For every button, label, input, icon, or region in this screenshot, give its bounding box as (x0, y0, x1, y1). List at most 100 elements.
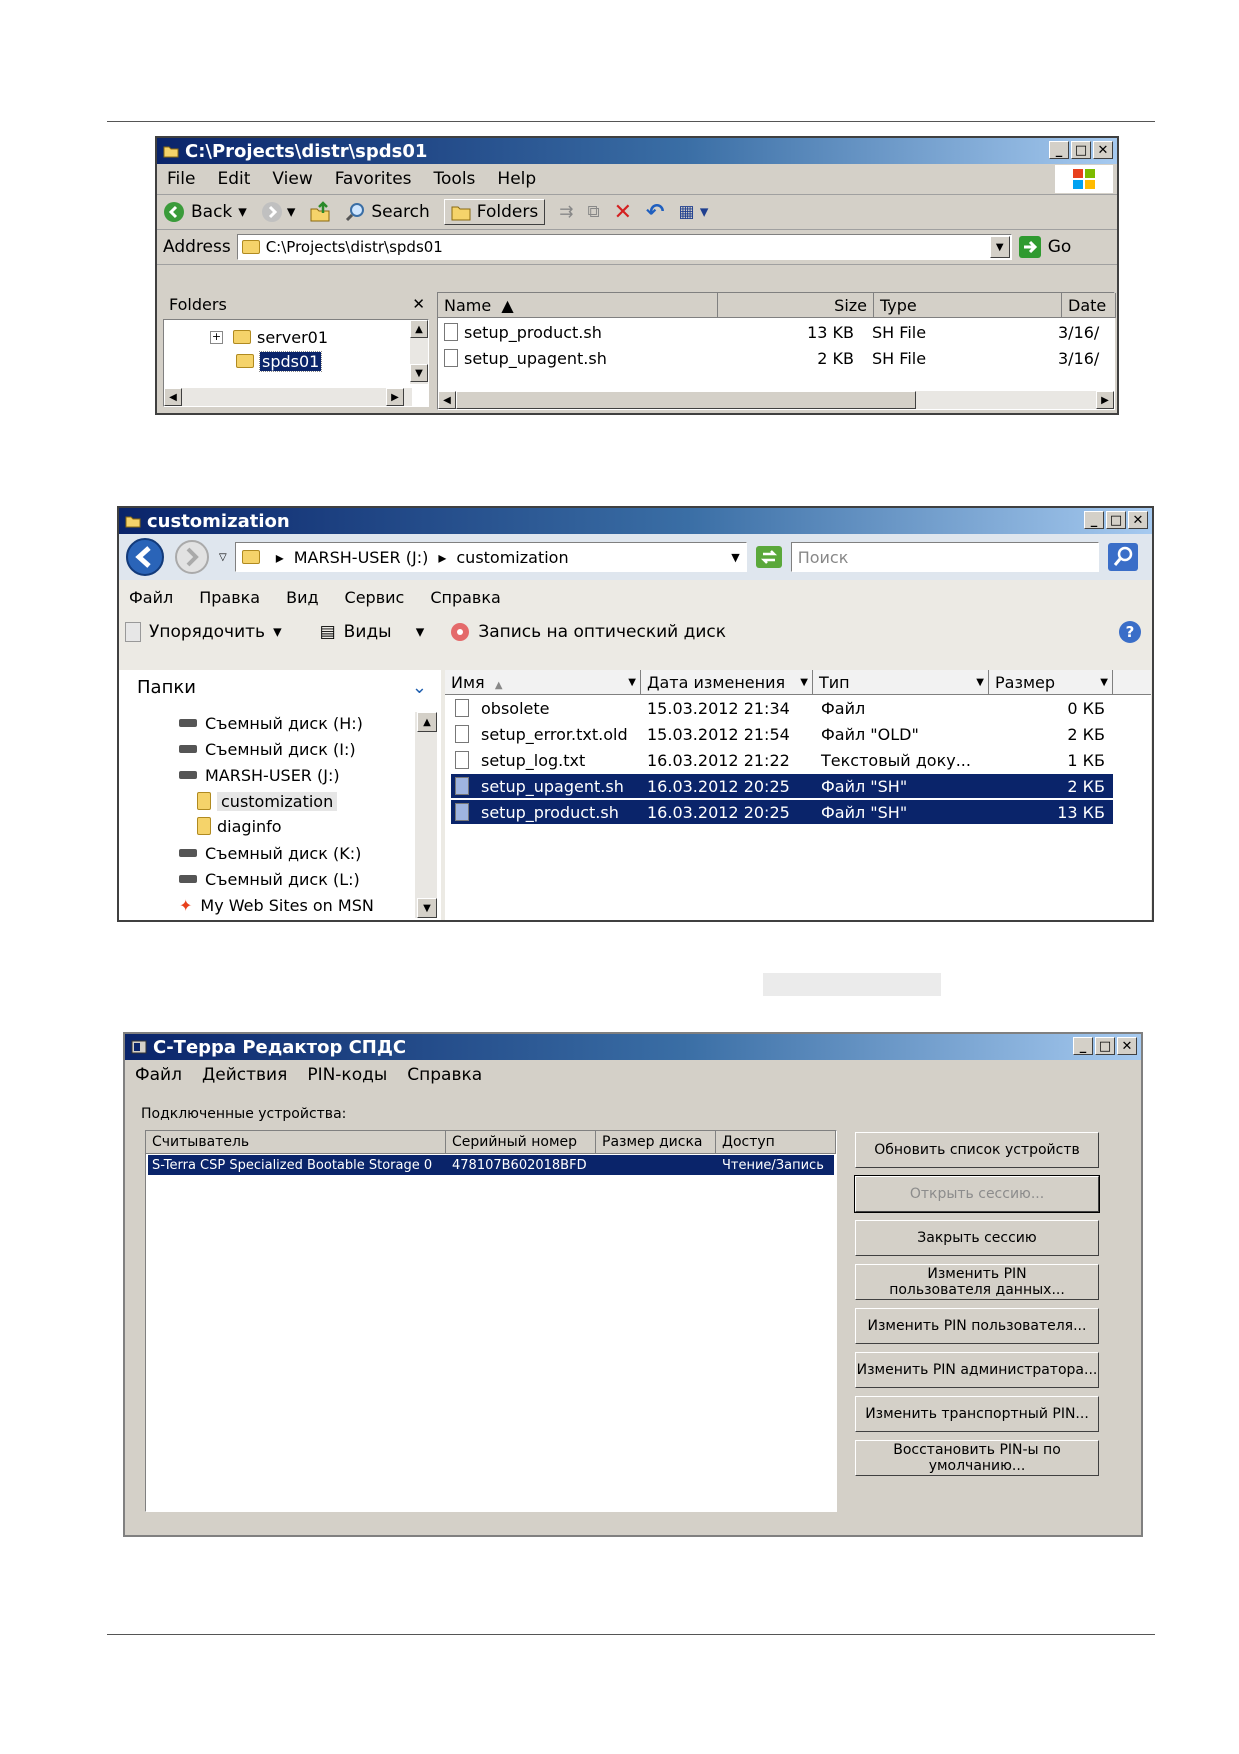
menu-tools[interactable]: Tools (434, 169, 476, 189)
menu-file[interactable]: Файл (129, 588, 173, 607)
folders-button[interactable]: Folders (443, 199, 546, 225)
sterra-titlebar[interactable]: С-Терра Редактор СПДС _ □ ✕ (125, 1034, 1141, 1060)
col-name-header[interactable]: Name ▲ (438, 293, 718, 317)
change-user-pin-button[interactable]: Изменить PIN пользователя... (855, 1308, 1099, 1344)
address-dropdown-button[interactable]: ▼ (989, 236, 1010, 258)
forward-arrow-icon[interactable] (173, 538, 211, 576)
file-row[interactable]: obsolete 15.03.2012 21:34 Файл 0 КБ (451, 696, 1113, 720)
tree-vscrollbar[interactable] (415, 712, 437, 918)
xp-titlebar[interactable]: C:\Projects\distr\spds01 _ □ ✕ (157, 138, 1117, 164)
col-disk-size-header[interactable]: Размер диска (596, 1131, 716, 1153)
breadcrumb-dropdown-icon[interactable]: ▼ (731, 551, 739, 564)
tree-item[interactable]: Съемный диск (H:) (179, 712, 363, 734)
nav-dropdown-icon[interactable]: ▽ (219, 552, 227, 563)
tree-item[interactable]: MARSH-USER (J:) (179, 764, 340, 786)
tree-item[interactable]: ✦ My Web Sites on MSN (179, 894, 374, 916)
menu-edit[interactable]: Правка (199, 588, 260, 607)
tree-item[interactable]: Съемный диск (I:) (179, 738, 356, 760)
vista-titlebar[interactable]: customization _ □ ✕ (119, 508, 1152, 534)
refresh-devices-button[interactable]: Обновить список устройств (855, 1132, 1099, 1168)
col-size-header[interactable]: Размер ▼ (989, 670, 1113, 694)
close-button[interactable]: ✕ (1093, 141, 1113, 159)
col-date-header[interactable]: Date (1062, 293, 1116, 317)
file-row[interactable]: setup_log.txt 16.03.2012 21:22 Текстовый д… (451, 748, 1113, 772)
file-row[interactable]: setup_product.sh 13 KB SH File 3/16/ (444, 321, 1104, 343)
menu-help[interactable]: Справка (430, 588, 501, 607)
col-size-header[interactable]: Size (718, 293, 874, 317)
tree-item-spds01[interactable]: spds01 (236, 350, 323, 372)
views-button[interactable]: ▤ Виды ▾ (320, 622, 425, 642)
scroll-left-button[interactable]: ◀ (438, 391, 456, 409)
search-icon[interactable] (1107, 542, 1139, 572)
tree-item[interactable]: Съемный диск (L:) (179, 868, 360, 890)
menu-pin-codes[interactable]: PIN-коды (307, 1065, 387, 1085)
scroll-up-button[interactable]: ▲ (417, 712, 437, 732)
tree-item[interactable]: Съемный диск (K:) (179, 842, 361, 864)
close-button[interactable]: ✕ (1128, 511, 1148, 529)
breadcrumb[interactable]: ▸ MARSH-USER (J:) ▸ customization ▼ (234, 542, 747, 572)
search-button[interactable]: Search (345, 202, 430, 222)
tree-hscrollbar[interactable] (164, 388, 412, 406)
tree-item-diaginfo[interactable]: diaginfo (197, 815, 282, 837)
device-row[interactable]: S-Terra CSP Specialized Bootable Storage… (148, 1155, 834, 1175)
close-session-button[interactable]: Закрыть сессию (855, 1220, 1099, 1256)
organize-button[interactable]: Упорядочить ▾ (125, 622, 282, 642)
undo-icon[interactable]: ↶ (646, 200, 664, 225)
scroll-up-button[interactable]: ▲ (410, 320, 428, 338)
tree-item-server01[interactable]: + server01 (210, 326, 328, 348)
search-input[interactable]: Поиск (790, 542, 1099, 572)
menu-favorites[interactable]: Favorites (335, 169, 412, 189)
maximize-button[interactable]: □ (1106, 511, 1126, 529)
views-icon[interactable]: ▦ ▾ (678, 202, 708, 222)
col-serial-header[interactable]: Серийный номер (446, 1131, 596, 1153)
go-button[interactable]: Go (1018, 235, 1071, 259)
menu-file[interactable]: Файл (135, 1065, 182, 1085)
tree-item-customization[interactable]: customization (197, 790, 338, 812)
change-transport-pin-button[interactable]: Изменить транспортный PIN... (855, 1396, 1099, 1432)
col-access-header[interactable]: Доступ (716, 1131, 836, 1153)
change-data-user-pin-button[interactable]: Изменить PIN пользователя данных... (855, 1264, 1099, 1300)
back-button[interactable]: Back ▾ (163, 201, 247, 223)
burn-button[interactable]: Запись на оптический диск (450, 622, 726, 642)
col-type-header[interactable]: Type (874, 293, 1062, 317)
menu-actions[interactable]: Действия (202, 1065, 287, 1085)
col-name-header[interactable]: Имя ▲ ▼ (445, 670, 641, 694)
scroll-right-button[interactable]: ▶ (386, 388, 404, 406)
minimize-button[interactable]: _ (1084, 511, 1104, 529)
menu-view[interactable]: Вид (286, 588, 318, 607)
folders-pane-header[interactable]: Папки ⌄ (119, 670, 441, 704)
scroll-down-button[interactable]: ▼ (410, 364, 428, 382)
help-icon[interactable]: ? (1118, 620, 1142, 644)
scroll-right-button[interactable]: ▶ (1096, 391, 1114, 409)
col-date-header[interactable]: Дата изменения ▼ (641, 670, 813, 694)
scroll-thumb[interactable] (456, 391, 916, 409)
col-reader-header[interactable]: Считыватель (146, 1131, 446, 1153)
address-field[interactable]: C:\Projects\distr\spds01 ▼ (236, 234, 1012, 260)
menu-view[interactable]: View (272, 169, 312, 189)
scroll-left-button[interactable]: ◀ (164, 388, 182, 406)
close-pane-icon[interactable]: ✕ (412, 295, 425, 313)
up-folder-icon[interactable] (309, 201, 331, 223)
file-row[interactable]: setup_error.txt.old 15.03.2012 21:54 Файл … (451, 722, 1113, 746)
refresh-icon[interactable] (755, 545, 783, 569)
open-session-button[interactable]: Открыть сессию... (854, 1175, 1100, 1213)
forward-button[interactable]: ▾ (261, 201, 295, 223)
breadcrumb-item[interactable]: customization (456, 548, 568, 567)
maximize-button[interactable]: □ (1095, 1037, 1115, 1055)
menu-file[interactable]: File (167, 169, 195, 189)
file-row[interactable]: setup_product.sh 16.03.2012 20:25 Файл "SH… (451, 800, 1113, 824)
col-type-header[interactable]: Тип ▼ (813, 670, 989, 694)
menu-edit[interactable]: Edit (217, 169, 250, 189)
file-row[interactable]: setup_upagent.sh 16.03.2012 20:25 Файл "SH… (451, 774, 1113, 798)
restore-default-pins-button[interactable]: Восстановить PIN-ы по умолчанию... (855, 1440, 1099, 1476)
back-arrow-icon[interactable] (125, 537, 165, 577)
breadcrumb-item[interactable]: MARSH-USER (J:) (294, 548, 429, 567)
menu-help[interactable]: Help (497, 169, 536, 189)
move-to-icon[interactable]: ⇉ (559, 202, 573, 222)
file-row[interactable]: setup_upagent.sh 2 KB SH File 3/16/ (444, 347, 1104, 369)
copy-to-icon[interactable]: ⧉ (587, 202, 599, 222)
minimize-button[interactable]: _ (1049, 141, 1069, 159)
menu-help[interactable]: Справка (407, 1065, 482, 1085)
change-admin-pin-button[interactable]: Изменить PIN администратора... (855, 1352, 1099, 1388)
scroll-down-button[interactable]: ▼ (417, 898, 437, 918)
